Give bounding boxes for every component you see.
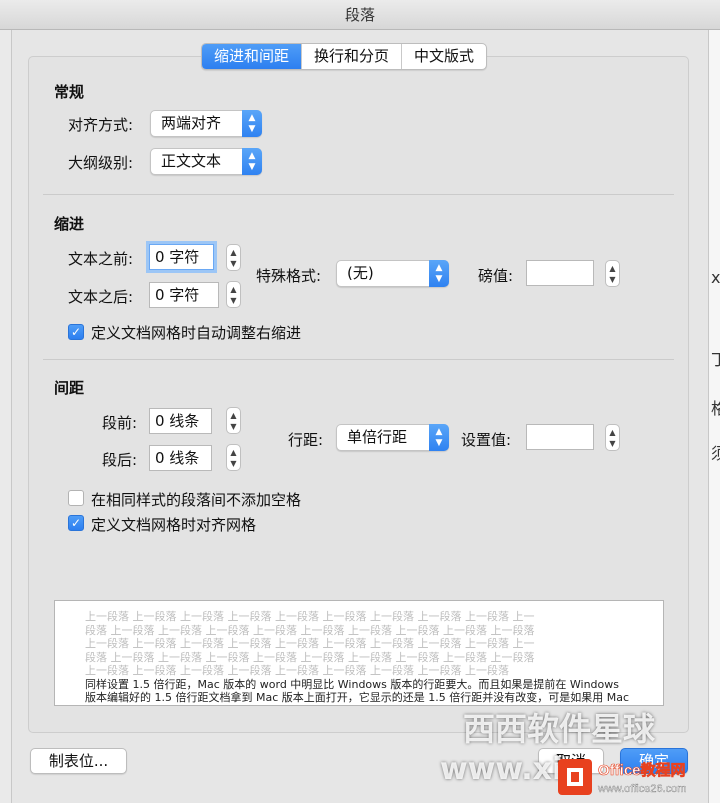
no-space-same-style-label: 在相同样式的段落间不添加空格 xyxy=(91,491,302,509)
no-space-same-style-checkbox[interactable] xyxy=(68,490,84,506)
watermark-logo: Office教程网 www.office26.com xyxy=(558,759,687,795)
special-indent-label: 特殊格式: xyxy=(256,267,322,285)
tab-indent-spacing[interactable]: 缩进和间距 xyxy=(202,44,302,69)
indent-by-stepper[interactable]: ▲ ▼ xyxy=(605,260,620,287)
select-arrows-icon: ▲ ▼ xyxy=(242,148,262,175)
section-divider xyxy=(43,194,674,195)
auto-adjust-indent-checkbox[interactable]: ✓ xyxy=(68,324,84,340)
section-divider xyxy=(43,359,674,360)
preview-previous-line: 段落 上一段落 上一段落 上一段落 上一段落 上一段落 上一段落 上一段落 上一… xyxy=(85,623,535,637)
alignment-value: 两端对齐 xyxy=(161,114,222,132)
spacing-before-input[interactable]: 0 线条 xyxy=(149,408,212,434)
select-arrows-icon: ▲ ▼ xyxy=(242,110,262,137)
tab-line-page-breaks[interactable]: 换行和分页 xyxy=(301,44,401,69)
preview-previous-line: 上一段落 上一段落 上一段落 上一段落 上一段落 上一段落 上一段落 上一段落 … xyxy=(85,664,509,677)
line-spacing-select[interactable]: 单倍行距 ▲ ▼ xyxy=(336,424,449,451)
line-spacing-at-label: 设置值: xyxy=(461,431,512,449)
special-indent-select[interactable]: (无) ▲ ▼ xyxy=(336,260,449,287)
spacing-after-input[interactable]: 0 线条 xyxy=(149,445,212,471)
paragraph-preview: 上一段落 上一段落 上一段落 上一段落 上一段落 上一段落 上一段落 上一段落 … xyxy=(54,600,664,706)
logo-title: Office教程网 xyxy=(598,761,686,779)
spacing-before-stepper[interactable]: ▲ ▼ xyxy=(226,407,241,434)
background-fragment: 须 xyxy=(711,440,720,464)
alignment-label: 对齐方式: xyxy=(68,116,134,134)
indent-after-label: 文本之后: xyxy=(68,288,134,306)
preview-previous-line: 上一段落 上一段落 上一段落 上一段落 上一段落 上一段落 上一段落 上一段落 … xyxy=(85,637,535,650)
line-spacing-label: 行距: xyxy=(288,431,324,449)
line-spacing-value: 单倍行距 xyxy=(347,428,408,446)
logo-url: www.office26.com xyxy=(597,783,686,795)
outline-level-select[interactable]: 正文文本 ▲ ▼ xyxy=(150,148,262,175)
watermark-text: 西西软件星球 xyxy=(463,710,656,748)
background-fragment: x xyxy=(711,268,720,287)
tab-asian-typography[interactable]: 中文版式 xyxy=(401,44,486,69)
indent-by-input[interactable] xyxy=(526,260,594,286)
window-title: 段落 xyxy=(0,0,720,30)
select-arrows-icon: ▲ ▼ xyxy=(429,260,449,287)
line-spacing-at-input[interactable] xyxy=(526,424,594,450)
general-section-title: 常规 xyxy=(54,83,85,101)
background-window-right: x 丁 格 须 xyxy=(708,30,720,803)
auto-adjust-indent-label: 定义文档网格时自动调整右缩进 xyxy=(91,324,302,342)
background-window-left xyxy=(0,30,12,803)
preview-body-text: 同样设置 1.5 倍行距，Mac 版本的 word 中明显比 Windows 版… xyxy=(85,677,630,706)
outline-level-value: 正文文本 xyxy=(161,152,222,170)
preview-previous-line: 上一段落 上一段落 上一段落 上一段落 上一段落 上一段落 上一段落 上一段落 … xyxy=(85,610,535,623)
outline-level-label: 大纲级别: xyxy=(68,154,134,172)
spacing-before-label: 段前: xyxy=(102,414,138,432)
indent-after-stepper[interactable]: ▲ ▼ xyxy=(226,281,241,308)
snap-to-grid-checkbox[interactable]: ✓ xyxy=(68,515,84,531)
indent-before-stepper[interactable]: ▲ ▼ xyxy=(226,244,241,271)
spacing-after-stepper[interactable]: ▲ ▼ xyxy=(226,444,241,471)
tab-bar: 缩进和间距 换行和分页 中文版式 xyxy=(201,43,488,70)
indent-by-label: 磅值: xyxy=(478,267,514,285)
indent-section-title: 缩进 xyxy=(54,215,85,233)
background-fragment: 格 xyxy=(711,395,720,419)
background-fragment: 丁 xyxy=(711,346,720,370)
alignment-select[interactable]: 两端对齐 ▲ ▼ xyxy=(150,110,262,137)
indent-after-input[interactable]: 0 字符 xyxy=(149,282,219,308)
special-indent-value: (无) xyxy=(347,264,374,282)
watermark-url-text: www.xi xyxy=(440,752,563,787)
indent-before-input[interactable]: 0 字符 xyxy=(149,244,214,270)
indent-before-label: 文本之前: xyxy=(68,250,134,268)
snap-to-grid-label: 定义文档网格时对齐网格 xyxy=(91,516,257,534)
select-arrows-icon: ▲ ▼ xyxy=(429,424,449,451)
tabs-button[interactable]: 制表位... xyxy=(30,748,127,774)
spacing-section-title: 间距 xyxy=(54,379,85,397)
spacing-after-label: 段后: xyxy=(102,451,138,469)
line-spacing-at-stepper[interactable]: ▲ ▼ xyxy=(605,424,620,451)
preview-previous-line: 段落 上一段落 上一段落 上一段落 上一段落 上一段落 上一段落 上一段落 上一… xyxy=(85,650,535,664)
